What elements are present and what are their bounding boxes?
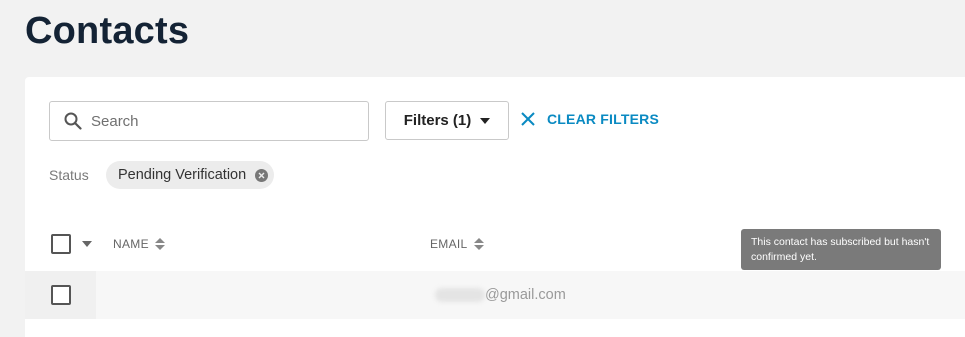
row-select-cell — [25, 271, 96, 319]
contacts-card: Filters (1) CLEAR FILTERS Status Pending… — [25, 77, 965, 337]
search-icon — [64, 112, 82, 130]
filters-button-label: Filters (1) — [403, 112, 472, 129]
filters-button[interactable]: Filters (1) — [385, 101, 509, 140]
filter-chip-label: Pending Verification — [118, 167, 247, 183]
remove-chip-icon[interactable] — [255, 168, 269, 182]
search-input[interactable] — [91, 112, 341, 130]
page-title: Contacts — [25, 10, 190, 52]
email-cell: @gmail.com — [435, 287, 566, 303]
clear-filters-button[interactable]: CLEAR FILTERS — [520, 111, 659, 127]
sort-icon — [154, 238, 165, 250]
select-all-checkbox[interactable] — [51, 234, 71, 254]
clear-filters-label: CLEAR FILTERS — [547, 111, 660, 127]
email-domain: @gmail.com — [485, 287, 566, 303]
status-filter-label: Status — [49, 167, 89, 183]
status-tooltip: This contact has subscribed but hasn't c… — [741, 229, 941, 270]
chevron-down-icon — [480, 117, 491, 124]
filter-chip: Pending Verification — [106, 161, 275, 189]
sort-icon — [473, 238, 484, 250]
close-icon — [521, 112, 535, 126]
table-row[interactable]: @gmail.com — [25, 271, 965, 319]
search-field[interactable] — [49, 101, 369, 141]
column-header-name[interactable]: NAME — [113, 237, 165, 251]
redacted-email-user — [435, 288, 485, 302]
column-header-email[interactable]: EMAIL — [430, 237, 484, 251]
bulk-select-dropdown-icon[interactable] — [82, 241, 92, 247]
row-checkbox[interactable] — [51, 285, 71, 305]
